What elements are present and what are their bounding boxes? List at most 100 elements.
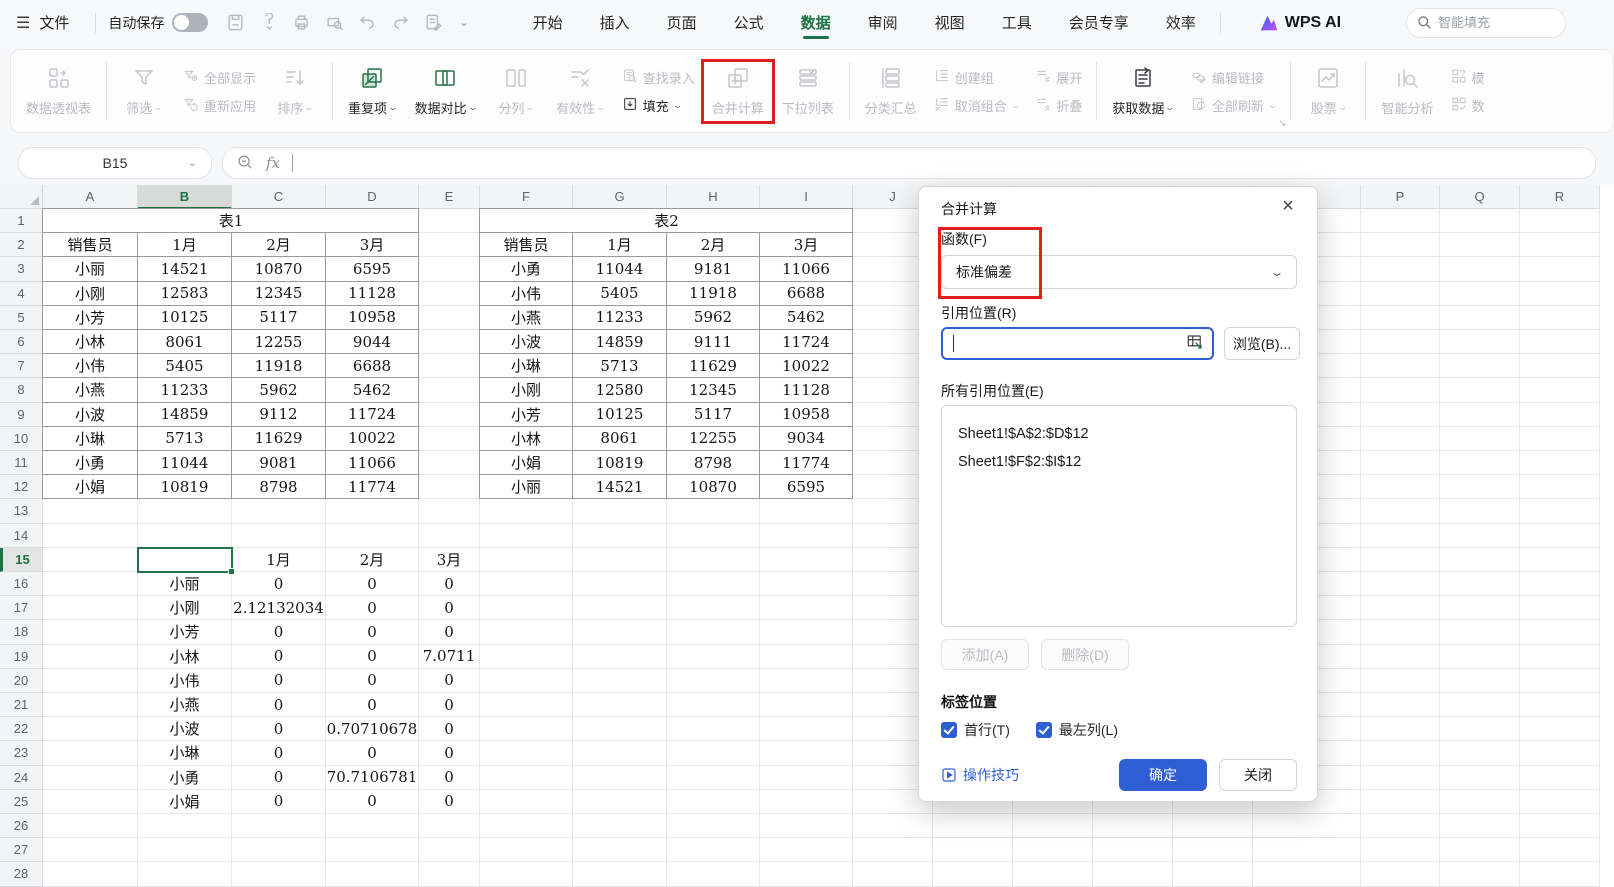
cell-A26[interactable] bbox=[43, 814, 138, 839]
row-header-28[interactable]: 28 bbox=[0, 862, 43, 887]
all-references-list[interactable]: Sheet1!$A$2:$D$12 Sheet1!$F$2:$I$12 bbox=[941, 405, 1297, 627]
cell-I8[interactable]: 11128 bbox=[760, 378, 853, 403]
ribbon-button-get-data[interactable]: 获取数据 ⌄ bbox=[1105, 62, 1181, 121]
cell-D9[interactable]: 11724 bbox=[326, 402, 419, 427]
cell-P12[interactable] bbox=[1361, 475, 1440, 500]
cell-R19[interactable] bbox=[1520, 644, 1600, 669]
cell-B6[interactable]: 8061 bbox=[138, 330, 232, 355]
cell-Q16[interactable] bbox=[1440, 572, 1520, 597]
cell-B10[interactable]: 5713 bbox=[138, 426, 232, 451]
cell-C28[interactable] bbox=[232, 862, 326, 887]
cell-G15[interactable] bbox=[573, 547, 667, 572]
save-icon[interactable] bbox=[226, 13, 245, 32]
cell-E6[interactable] bbox=[419, 330, 480, 355]
ribbon-button-ungroup[interactable]: 取消组合 ⌄ bbox=[934, 96, 1021, 115]
cell-G28[interactable] bbox=[573, 862, 667, 887]
cell-B26[interactable] bbox=[138, 814, 232, 839]
cell-I19[interactable] bbox=[760, 644, 853, 669]
cell-I9[interactable]: 10958 bbox=[760, 402, 853, 427]
cell-R12[interactable] bbox=[1520, 475, 1600, 500]
cell-A25[interactable] bbox=[43, 789, 138, 814]
cell-A15[interactable] bbox=[43, 547, 138, 572]
row-header-4[interactable]: 4 bbox=[0, 281, 43, 306]
column-header-I[interactable]: I bbox=[760, 185, 853, 209]
cell-P27[interactable] bbox=[1361, 838, 1440, 863]
cell-F15[interactable] bbox=[480, 547, 573, 572]
cell-J26[interactable] bbox=[853, 814, 933, 839]
cell-H3[interactable]: 9181 bbox=[667, 257, 760, 282]
cell-D3[interactable]: 6595 bbox=[326, 257, 419, 282]
cell-F23[interactable] bbox=[480, 741, 573, 766]
cell-I27[interactable] bbox=[760, 838, 853, 863]
cell-J27[interactable] bbox=[853, 838, 933, 863]
cell-H25[interactable] bbox=[667, 789, 760, 814]
cell-A24[interactable] bbox=[43, 765, 138, 790]
redo-icon[interactable] bbox=[391, 13, 410, 32]
cell-E2[interactable] bbox=[419, 233, 480, 258]
ribbon-button-text-to-columns[interactable]: 分列 ⌄ bbox=[487, 62, 545, 121]
cell-Q28[interactable] bbox=[1440, 862, 1520, 887]
cell-J28[interactable] bbox=[853, 862, 933, 887]
cell-D7[interactable]: 6688 bbox=[326, 354, 419, 379]
cell-Q1[interactable] bbox=[1440, 209, 1520, 234]
cell-E18[interactable]: 0 bbox=[419, 620, 480, 645]
ribbon-button-filter[interactable]: 筛选 ⌄ bbox=[115, 62, 173, 121]
ok-button[interactable]: 确定 bbox=[1119, 759, 1207, 791]
left-column-checkbox[interactable]: 最左列(L) bbox=[1035, 720, 1118, 740]
cell-B25[interactable]: 小娟 bbox=[138, 789, 232, 814]
cell-G20[interactable] bbox=[573, 668, 667, 693]
row-header-17[interactable]: 17 bbox=[0, 596, 43, 621]
cell-I23[interactable] bbox=[760, 741, 853, 766]
cell-B3[interactable]: 14521 bbox=[138, 257, 232, 282]
cell-P5[interactable] bbox=[1361, 305, 1440, 330]
cell-I18[interactable] bbox=[760, 620, 853, 645]
cell-I3[interactable]: 11066 bbox=[760, 257, 853, 282]
cell-H7[interactable]: 11629 bbox=[667, 354, 760, 379]
column-header-F[interactable]: F bbox=[480, 185, 573, 209]
cell-B8[interactable]: 11233 bbox=[138, 378, 232, 403]
cell-E28[interactable] bbox=[419, 862, 480, 887]
cell-I20[interactable] bbox=[760, 668, 853, 693]
smart-fill-search[interactable] bbox=[1406, 7, 1566, 38]
cell-R14[interactable] bbox=[1520, 523, 1600, 548]
cell-F14[interactable] bbox=[480, 523, 573, 548]
cell-P11[interactable] bbox=[1361, 451, 1440, 476]
add-button[interactable]: 添加(A) bbox=[941, 639, 1029, 670]
cell-I24[interactable] bbox=[760, 765, 853, 790]
ribbon-button-find-entry[interactable]: 查找录入 bbox=[622, 68, 695, 87]
cell-R28[interactable] bbox=[1520, 862, 1600, 887]
cell-G4[interactable]: 5405 bbox=[573, 281, 667, 306]
cell-Q14[interactable] bbox=[1440, 523, 1520, 548]
cell-F25[interactable] bbox=[480, 789, 573, 814]
row-header-3[interactable]: 3 bbox=[0, 257, 43, 282]
cell-G8[interactable]: 12580 bbox=[573, 378, 667, 403]
cell-E23[interactable]: 0 bbox=[419, 741, 480, 766]
wps-ai-entry[interactable]: WPS AI bbox=[1259, 14, 1341, 32]
spreadsheet-grid[interactable]: ABCDEFGHIJKLMNOPQR1234567891011121314151… bbox=[0, 185, 1614, 887]
cell-I12[interactable]: 6595 bbox=[760, 475, 853, 500]
select-all-corner[interactable] bbox=[0, 185, 43, 209]
cell-H17[interactable] bbox=[667, 596, 760, 621]
cell-P13[interactable] bbox=[1361, 499, 1440, 524]
cell-A11[interactable]: 小勇 bbox=[43, 451, 138, 476]
row-header-13[interactable]: 13 bbox=[0, 499, 43, 524]
cell-C21[interactable]: 0 bbox=[232, 693, 326, 718]
cell-D20[interactable]: 0 bbox=[326, 668, 419, 693]
cell-E10[interactable] bbox=[419, 426, 480, 451]
cell-G2[interactable]: 1月 bbox=[573, 233, 667, 258]
cell-H8[interactable]: 12345 bbox=[667, 378, 760, 403]
cell-R17[interactable] bbox=[1520, 596, 1600, 621]
cell-P20[interactable] bbox=[1361, 668, 1440, 693]
cell-I22[interactable] bbox=[760, 717, 853, 742]
column-header-P[interactable]: P bbox=[1361, 185, 1440, 209]
row-header-21[interactable]: 21 bbox=[0, 693, 43, 718]
top-row-checkbox[interactable]: 首行(T) bbox=[941, 720, 1010, 740]
cell-Q3[interactable] bbox=[1440, 257, 1520, 282]
cell-N28[interactable] bbox=[1173, 862, 1253, 887]
row-header-27[interactable]: 27 bbox=[0, 838, 43, 863]
cell-H24[interactable] bbox=[667, 765, 760, 790]
cell-H10[interactable]: 12255 bbox=[667, 426, 760, 451]
cell-H18[interactable] bbox=[667, 620, 760, 645]
cell-G18[interactable] bbox=[573, 620, 667, 645]
cell-M28[interactable] bbox=[1093, 862, 1173, 887]
